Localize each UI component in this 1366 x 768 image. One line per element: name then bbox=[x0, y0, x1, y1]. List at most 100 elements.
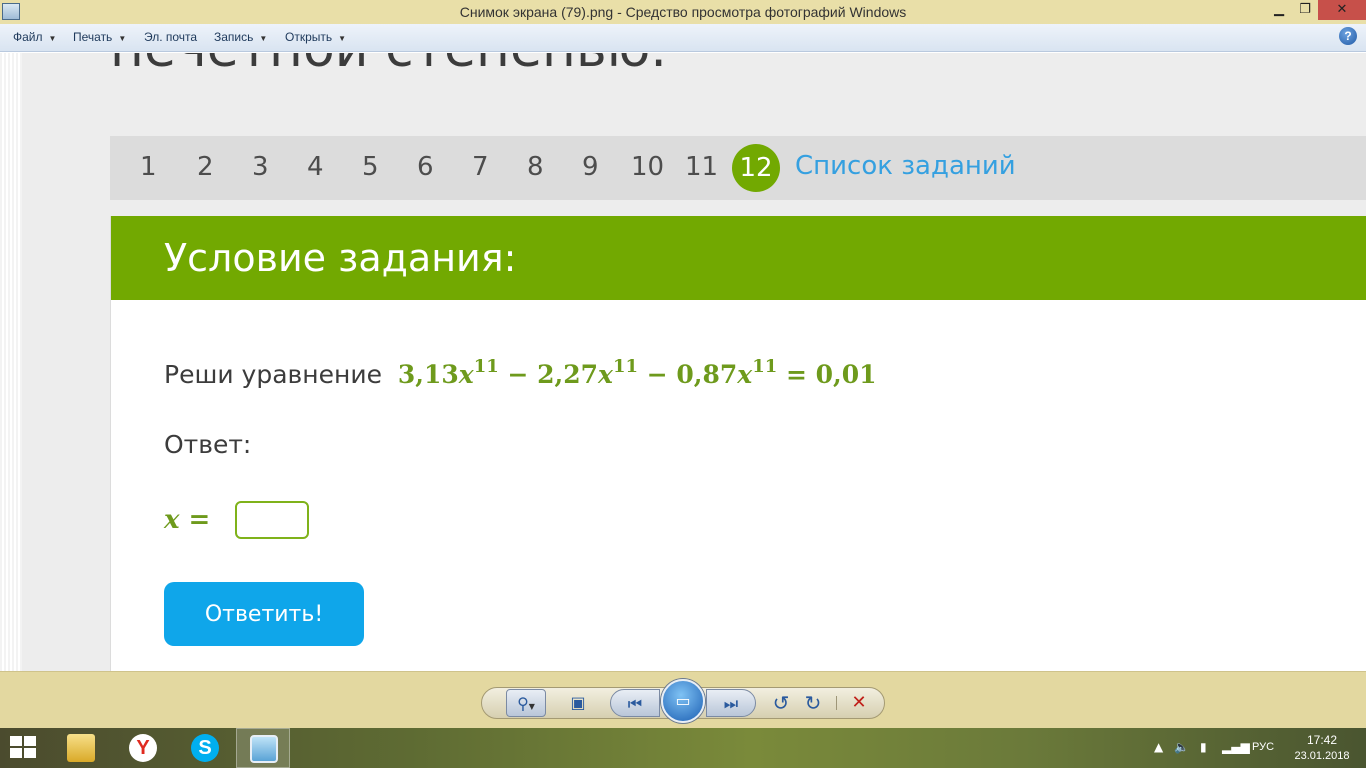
speaker-icon[interactable]: 🔈 bbox=[1174, 740, 1189, 754]
task-card-title: Условие задания: bbox=[164, 236, 517, 280]
eq-exp-3: 11 bbox=[752, 356, 778, 377]
task-link-4[interactable]: 4 bbox=[307, 152, 324, 182]
task-navigation: 1 2 3 4 5 6 7 8 9 10 11 12 Список задани… bbox=[110, 136, 1366, 200]
menu-burn[interactable]: Запись ▼ bbox=[214, 30, 267, 44]
question-label: Реши уравнение bbox=[164, 360, 382, 389]
answer-input[interactable] bbox=[235, 501, 309, 539]
menu-burn-label: Запись bbox=[214, 30, 254, 44]
taskbar-skype[interactable]: S bbox=[178, 728, 232, 768]
skype-icon: S bbox=[191, 734, 219, 762]
yandex-browser-icon: Y bbox=[129, 734, 157, 762]
chevron-down-icon: ▼ bbox=[528, 702, 535, 711]
windows-logo-icon bbox=[24, 748, 36, 758]
answer-variable: x = bbox=[164, 505, 210, 535]
eq-minus-2: − bbox=[646, 360, 668, 389]
eq-exp-1: 11 bbox=[473, 356, 499, 377]
next-icon: ⏭ bbox=[723, 694, 739, 713]
task-list-link[interactable]: Список заданий bbox=[795, 151, 1016, 181]
task-link-10[interactable]: 10 bbox=[631, 152, 664, 182]
eq-var-2: x bbox=[598, 360, 613, 389]
task-link-2[interactable]: 2 bbox=[197, 152, 214, 182]
viewport-left-strip bbox=[0, 53, 22, 671]
delete-icon: ✕ bbox=[851, 692, 867, 713]
menu-print[interactable]: Печать ▼ bbox=[73, 30, 126, 44]
battery-icon[interactable]: ▮ bbox=[1200, 740, 1207, 754]
menu-open-label: Открыть bbox=[285, 30, 333, 44]
menu-file-label: Файл bbox=[13, 30, 43, 44]
rotate-left-button[interactable]: ↺ bbox=[768, 689, 794, 717]
task-current-12[interactable]: 12 bbox=[732, 144, 780, 192]
task-link-6[interactable]: 6 bbox=[417, 152, 434, 182]
eq-equals: = bbox=[785, 360, 807, 389]
network-icon[interactable]: ▂▄▆ bbox=[1222, 740, 1250, 754]
eq-var-1: x bbox=[458, 360, 474, 389]
page-heading: нечетной степенью. bbox=[110, 53, 667, 79]
language-indicator[interactable]: РУС bbox=[1252, 741, 1274, 753]
close-button[interactable]: ✕ bbox=[1318, 0, 1366, 20]
actual-size-button[interactable]: ▣ bbox=[564, 689, 592, 717]
chevron-down-icon: ▼ bbox=[118, 34, 127, 43]
chevron-down-icon: ▼ bbox=[259, 34, 268, 43]
rotate-right-icon: ↻ bbox=[804, 691, 822, 715]
eq-coef-1: 3,13 bbox=[397, 360, 459, 389]
menu-open[interactable]: Открыть ▼ bbox=[285, 30, 346, 44]
zoom-icon: ⚲ bbox=[517, 694, 529, 713]
answer-label: Ответ: bbox=[164, 430, 252, 459]
eq-exp-2: 11 bbox=[612, 356, 639, 377]
task-link-9[interactable]: 9 bbox=[582, 152, 599, 182]
tray-arrow-icon[interactable]: ▲ bbox=[1154, 740, 1163, 754]
window-title: Снимок экрана (79).png - Средство просмо… bbox=[459, 4, 907, 20]
slideshow-icon: ▭ bbox=[675, 691, 691, 710]
clock-time[interactable]: 17:42 bbox=[1290, 733, 1354, 747]
image-viewport: нечетной степенью. 1 2 3 4 5 6 7 8 9 10 … bbox=[0, 53, 1366, 671]
viewer-toolbar: ⚲▼ ▣ ⏮ ⏭ ▭ ↺ ↻ ✕ bbox=[0, 671, 1366, 728]
submit-button[interactable]: Ответить! bbox=[164, 582, 364, 646]
menu-print-label: Печать bbox=[73, 30, 113, 44]
task-link-7[interactable]: 7 bbox=[472, 152, 489, 182]
toolbar-separator bbox=[836, 696, 837, 710]
taskbar-photo-viewer[interactable] bbox=[236, 728, 290, 768]
clock-date[interactable]: 23.01.2018 bbox=[1286, 750, 1358, 762]
task-card-header: Условие задания: bbox=[111, 216, 1366, 300]
task-link-8[interactable]: 8 bbox=[527, 152, 544, 182]
answer-variable-text: x = bbox=[164, 505, 211, 535]
taskbar: Y S ▲ 🔈 ▮ ▂▄▆ РУС 17:42 23.01.2018 bbox=[0, 728, 1366, 768]
task-link-11[interactable]: 11 bbox=[685, 152, 718, 182]
eq-rhs: 0,01 bbox=[815, 360, 877, 389]
eq-coef-3: 0,87 bbox=[676, 360, 738, 389]
delete-button[interactable]: ✕ bbox=[846, 689, 872, 717]
eq-coef-2: 2,27 bbox=[537, 360, 599, 389]
minimize-button[interactable]: ▁ bbox=[1266, 0, 1292, 20]
equation: 3,13x11 − 2,27x11 − 0,87x11 = 0,01 bbox=[397, 356, 877, 389]
title-bar: Снимок экрана (79).png - Средство просмо… bbox=[0, 0, 1366, 24]
rotate-right-button[interactable]: ↻ bbox=[800, 689, 826, 717]
menu-bar: Файл ▼ Печать ▼ Эл. почта Запись ▼ Открыть ▼… bbox=[0, 24, 1366, 52]
slideshow-button[interactable]: ▭ bbox=[661, 679, 705, 723]
chevron-down-icon: ▼ bbox=[338, 34, 347, 43]
task-link-3[interactable]: 3 bbox=[252, 152, 269, 182]
windows-logo-icon bbox=[10, 748, 22, 758]
photo-viewer-icon bbox=[250, 735, 278, 763]
previous-button[interactable]: ⏮ bbox=[610, 689, 660, 717]
task-link-1[interactable]: 1 bbox=[140, 152, 157, 182]
menu-email-label: Эл. почта bbox=[144, 30, 198, 44]
task-card: Условие задания: Реши уравнение 3,13x11 … bbox=[110, 216, 1366, 671]
help-icon[interactable]: ? bbox=[1339, 27, 1357, 45]
windows-logo-icon bbox=[24, 736, 36, 746]
fit-icon: ▣ bbox=[570, 693, 586, 712]
zoom-button[interactable]: ⚲▼ bbox=[506, 689, 546, 717]
next-button[interactable]: ⏭ bbox=[706, 689, 756, 717]
windows-logo-icon bbox=[10, 736, 22, 746]
start-button[interactable] bbox=[10, 736, 38, 760]
task-link-5[interactable]: 5 bbox=[362, 152, 379, 182]
taskbar-yandex-browser[interactable]: Y bbox=[116, 728, 170, 768]
folder-icon bbox=[67, 734, 95, 762]
taskbar-explorer[interactable] bbox=[54, 728, 108, 768]
menu-email[interactable]: Эл. почта bbox=[144, 30, 197, 44]
eq-var-3: x bbox=[737, 360, 753, 389]
chevron-down-icon: ▼ bbox=[48, 34, 57, 43]
menu-file[interactable]: Файл ▼ bbox=[13, 30, 56, 44]
question-text: Реши уравнение 3,13x11 − 2,27x11 − 0,87x… bbox=[164, 356, 877, 389]
maximize-button[interactable]: ❐ bbox=[1292, 0, 1318, 20]
rotate-left-icon: ↺ bbox=[772, 691, 790, 715]
